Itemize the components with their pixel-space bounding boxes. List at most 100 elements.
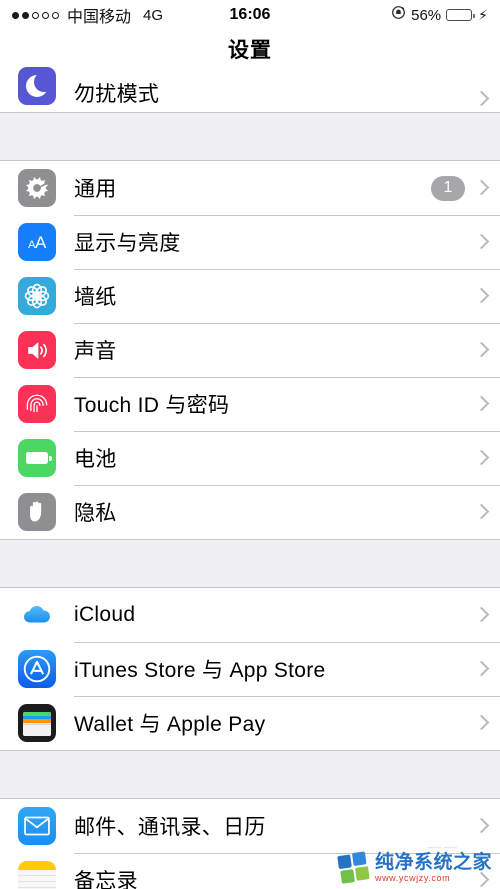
page-title: 设置 (228, 39, 272, 62)
settings-group-device-group: 通用 1 AA 显示与亮度墙纸声音 Touch ID 与密码 电池隐私 (0, 160, 500, 540)
envelope-glyph (24, 816, 50, 836)
row-label: 电池 (74, 448, 117, 471)
notes-icon (18, 861, 56, 889)
row-icon-wrap (15, 328, 59, 372)
settings-row-privacy[interactable]: 隐私 (0, 485, 500, 539)
chevron-right-icon[interactable] (476, 288, 486, 305)
cloud-glyph (24, 606, 50, 623)
settings-row-itunes[interactable]: iTunes Store 与 App Store (0, 642, 500, 696)
row-label: 勿扰模式 (74, 83, 160, 106)
row-accessory (476, 715, 500, 732)
row-label: Touch ID 与密码 (74, 394, 230, 417)
settings-group-accounts-group: iCloud iTunes Store 与 App Store Wallet 与 A… (0, 587, 500, 751)
chevron-right-icon[interactable] (476, 342, 486, 359)
row-icon-wrap (15, 382, 59, 426)
settings-row-mail[interactable]: 邮件、通讯录、日历 (0, 799, 500, 853)
row-icon-wrap (15, 490, 59, 534)
flower-icon (18, 277, 56, 315)
text-size-icon: AA (18, 223, 56, 261)
gear-icon (18, 169, 56, 207)
status-bar: 中国移动 4G 16:06 56% ⚡ (0, 0, 500, 30)
settings-screen: 中国移动 4G 16:06 56% ⚡ 设置 勿扰模式通用 1 AA 显示与亮度墙纸声… (0, 0, 500, 889)
speaker-icon (18, 331, 56, 369)
fingerprint-glyph (26, 394, 48, 413)
row-icon-wrap (15, 436, 59, 480)
chevron-right-icon[interactable] (476, 818, 486, 835)
chevron-right-icon[interactable] (476, 91, 486, 108)
battery-glyph (26, 452, 52, 464)
chevron-right-icon[interactable] (476, 661, 486, 678)
wallet-cards-glyph (23, 712, 51, 736)
cloud-icon (18, 596, 56, 634)
notes-lines-glyph (18, 870, 56, 889)
row-label: 备忘录 (74, 870, 138, 889)
moon-glyph (26, 72, 54, 97)
appstore-icon (18, 650, 56, 688)
row-label: 声音 (74, 340, 117, 363)
chevron-right-icon[interactable] (476, 234, 486, 251)
moon-icon (18, 67, 56, 105)
section-gap (0, 751, 500, 798)
signal-strength-dots (12, 11, 59, 19)
chevron-right-icon[interactable] (476, 450, 486, 467)
notes-header-glyph (18, 861, 56, 870)
hand-glyph (30, 501, 42, 522)
row-accessory (476, 818, 500, 835)
row-label: iCloud (74, 603, 136, 626)
row-icon-wrap: AA (15, 220, 59, 264)
row-label: iTunes Store 与 App Store (74, 659, 326, 682)
appstore-glyph (23, 655, 51, 683)
row-accessory (476, 504, 500, 521)
settings-row-do-not-disturb[interactable]: 勿扰模式 (0, 67, 500, 112)
row-accessory (476, 91, 500, 108)
speaker-glyph (27, 341, 47, 359)
chevron-right-icon[interactable] (476, 180, 486, 197)
status-badge: 1 (431, 175, 465, 201)
chevron-right-icon[interactable] (476, 607, 486, 624)
chevron-right-icon[interactable] (476, 872, 486, 889)
settings-list[interactable]: 勿扰模式通用 1 AA 显示与亮度墙纸声音 Touch ID 与密码 电池隐私 iCloud… (0, 67, 500, 889)
row-icon-wrap (15, 593, 59, 637)
envelope-icon (18, 807, 56, 845)
row-icon-wrap (15, 274, 59, 318)
row-label: 通用 (74, 178, 117, 201)
charging-bolt-icon: ⚡ (478, 7, 488, 23)
chevron-right-icon[interactable] (476, 396, 486, 413)
row-label: Wallet 与 Apple Pay (74, 713, 266, 736)
row-accessory (476, 661, 500, 678)
section-gap (0, 113, 500, 160)
settings-row-sounds[interactable]: 声音 (0, 323, 500, 377)
row-icon-wrap (15, 804, 59, 848)
section-gap (0, 540, 500, 587)
row-icon-wrap (15, 647, 59, 691)
aa-glyph: AA (28, 232, 46, 252)
settings-row-wallpaper[interactable]: 墙纸 (0, 269, 500, 323)
battery-icon (446, 9, 476, 21)
row-icon-wrap (15, 64, 59, 108)
row-icon-wrap (15, 701, 59, 745)
settings-row-display[interactable]: AA 显示与亮度 (0, 215, 500, 269)
flower-glyph (24, 283, 50, 309)
settings-row-notes[interactable]: 备忘录 (0, 853, 500, 889)
carrier-name: 中国移动 (67, 9, 132, 26)
chevron-right-icon[interactable] (476, 715, 486, 732)
chevron-right-icon[interactable] (476, 504, 486, 521)
row-label: 显示与亮度 (74, 232, 181, 255)
row-label: 墙纸 (74, 286, 117, 309)
status-bar-left: 中国移动 4G (12, 3, 391, 27)
row-accessory: 1 (431, 175, 500, 201)
settings-row-wallet[interactable]: Wallet 与 Apple Pay (0, 696, 500, 750)
row-accessory (476, 872, 500, 889)
row-accessory (476, 450, 500, 467)
settings-row-touchid[interactable]: Touch ID 与密码 (0, 377, 500, 431)
row-icon-wrap (15, 166, 59, 210)
status-bar-right: 56% ⚡ (391, 5, 488, 25)
navigation-bar: 设置 (0, 30, 500, 68)
hand-icon (18, 493, 56, 531)
gear-glyph (23, 174, 51, 202)
battery-icon (18, 439, 56, 477)
settings-row-battery[interactable]: 电池 (0, 431, 500, 485)
settings-row-general[interactable]: 通用 1 (0, 161, 500, 215)
row-accessory (476, 342, 500, 359)
settings-row-icloud[interactable]: iCloud (0, 588, 500, 642)
